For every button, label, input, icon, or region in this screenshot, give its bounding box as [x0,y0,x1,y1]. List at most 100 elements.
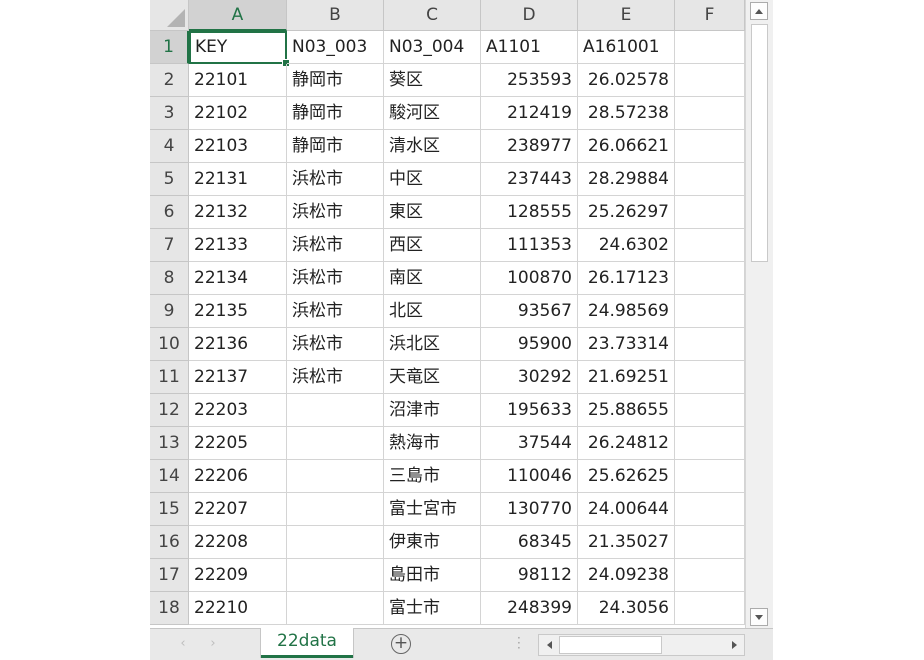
cell-d16[interactable]: 68345 [481,526,578,559]
cell-f7[interactable] [675,229,745,262]
cell-c15[interactable]: 富士宮市 [384,493,481,526]
cell-c5[interactable]: 中区 [384,163,481,196]
cell-f2[interactable] [675,64,745,97]
scroll-up-button[interactable] [750,2,768,20]
cell-f1[interactable] [675,31,745,64]
cell-d17[interactable]: 98112 [481,559,578,592]
cell-c7[interactable]: 西区 [384,229,481,262]
column-header-a[interactable]: A [189,0,287,31]
cell-d6[interactable]: 128555 [481,196,578,229]
cell-a11[interactable]: 22137 [189,361,287,394]
next-sheet-icon[interactable]: › [207,637,219,651]
cell-e11[interactable]: 21.69251 [578,361,675,394]
cell-d2[interactable]: 253593 [481,64,578,97]
cell-a12[interactable]: 22203 [189,394,287,427]
cell-e2[interactable]: 26.02578 [578,64,675,97]
cell-a4[interactable]: 22103 [189,130,287,163]
cell-b2[interactable]: 静岡市 [287,64,384,97]
row-header-18[interactable]: 18 [150,592,189,625]
cell-e10[interactable]: 23.73314 [578,328,675,361]
cell-c4[interactable]: 清水区 [384,130,481,163]
row-header-15[interactable]: 15 [150,493,189,526]
cell-a1[interactable]: KEY [189,31,287,64]
cell-a6[interactable]: 22132 [189,196,287,229]
cell-b15[interactable] [287,493,384,526]
cell-f16[interactable] [675,526,745,559]
row-header-6[interactable]: 6 [150,196,189,229]
cell-c14[interactable]: 三島市 [384,460,481,493]
cell-d9[interactable]: 93567 [481,295,578,328]
cell-e5[interactable]: 28.29884 [578,163,675,196]
cell-c13[interactable]: 熱海市 [384,427,481,460]
cell-c11[interactable]: 天竜区 [384,361,481,394]
cell-e8[interactable]: 26.17123 [578,262,675,295]
row-header-13[interactable]: 13 [150,427,189,460]
cell-f11[interactable] [675,361,745,394]
cell-e13[interactable]: 26.24812 [578,427,675,460]
cell-d12[interactable]: 195633 [481,394,578,427]
cell-c16[interactable]: 伊東市 [384,526,481,559]
add-sheet-icon[interactable]: + [391,634,411,654]
tab-splitter-handle[interactable]: · · · [517,632,521,654]
cell-e9[interactable]: 24.98569 [578,295,675,328]
cell-c8[interactable]: 南区 [384,262,481,295]
cell-b1[interactable]: N03_003 [287,31,384,64]
cell-e15[interactable]: 24.00644 [578,493,675,526]
cell-a18[interactable]: 22210 [189,592,287,625]
cell-d7[interactable]: 111353 [481,229,578,262]
vertical-scrollbar[interactable] [745,0,773,628]
row-header-11[interactable]: 11 [150,361,189,394]
cell-f6[interactable] [675,196,745,229]
row-header-7[interactable]: 7 [150,229,189,262]
cell-a15[interactable]: 22207 [189,493,287,526]
column-header-d[interactable]: D [481,0,578,31]
cell-f17[interactable] [675,559,745,592]
cell-c1[interactable]: N03_004 [384,31,481,64]
cell-e6[interactable]: 25.26297 [578,196,675,229]
row-header-8[interactable]: 8 [150,262,189,295]
cell-e14[interactable]: 25.62625 [578,460,675,493]
cell-c6[interactable]: 東区 [384,196,481,229]
sheet-tab-22data[interactable]: 22data [261,628,353,658]
cell-a9[interactable]: 22135 [189,295,287,328]
cell-d14[interactable]: 110046 [481,460,578,493]
row-header-9[interactable]: 9 [150,295,189,328]
cell-b11[interactable]: 浜松市 [287,361,384,394]
row-header-17[interactable]: 17 [150,559,189,592]
cell-c2[interactable]: 葵区 [384,64,481,97]
row-header-5[interactable]: 5 [150,163,189,196]
horizontal-scroll-thumb[interactable] [559,636,662,654]
horizontal-scrollbar[interactable] [538,634,745,656]
row-header-1[interactable]: 1 [150,31,189,64]
cell-f4[interactable] [675,130,745,163]
cell-e1[interactable]: A161001 [578,31,675,64]
row-header-10[interactable]: 10 [150,328,189,361]
vertical-scroll-thumb[interactable] [751,24,768,262]
cell-f10[interactable] [675,328,745,361]
cell-a3[interactable]: 22102 [189,97,287,130]
cell-e3[interactable]: 28.57238 [578,97,675,130]
cell-d5[interactable]: 237443 [481,163,578,196]
cell-e18[interactable]: 24.3056 [578,592,675,625]
cell-a10[interactable]: 22136 [189,328,287,361]
cell-f14[interactable] [675,460,745,493]
cell-b17[interactable] [287,559,384,592]
row-header-14[interactable]: 14 [150,460,189,493]
cell-b9[interactable]: 浜松市 [287,295,384,328]
cell-c9[interactable]: 北区 [384,295,481,328]
row-header-2[interactable]: 2 [150,64,189,97]
column-header-c[interactable]: C [384,0,481,31]
cell-b18[interactable] [287,592,384,625]
prev-sheet-icon[interactable]: ‹ [177,637,189,651]
column-header-b[interactable]: B [287,0,384,31]
cell-e12[interactable]: 25.88655 [578,394,675,427]
scroll-right-button[interactable] [725,636,743,654]
cell-a17[interactable]: 22209 [189,559,287,592]
cell-a8[interactable]: 22134 [189,262,287,295]
cell-a7[interactable]: 22133 [189,229,287,262]
cell-f13[interactable] [675,427,745,460]
cell-c3[interactable]: 駿河区 [384,97,481,130]
row-header-4[interactable]: 4 [150,130,189,163]
cell-f3[interactable] [675,97,745,130]
cell-a14[interactable]: 22206 [189,460,287,493]
